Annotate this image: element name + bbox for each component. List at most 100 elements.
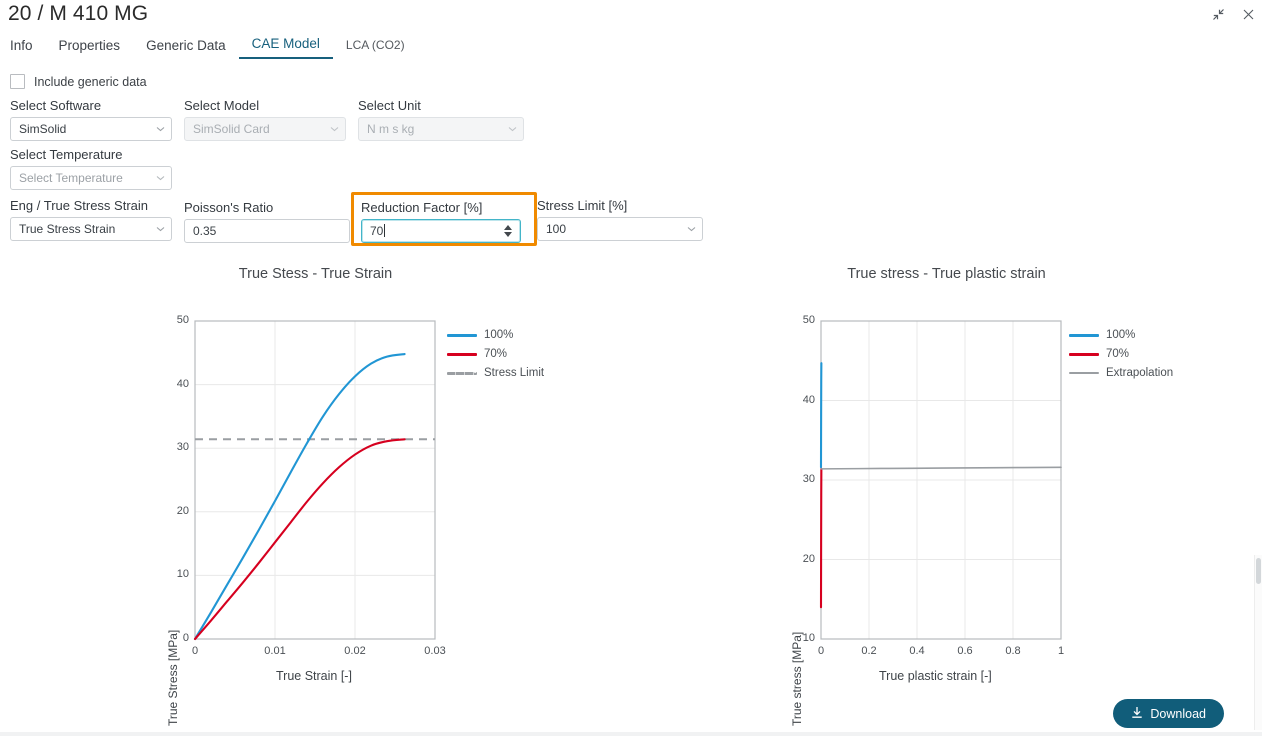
legend-label-stress-limit: Stress Limit (484, 367, 545, 379)
y-tick-label: 30 (802, 473, 815, 485)
field-reduction-factor: Reduction Factor [%] 70 (361, 200, 521, 243)
chevron-down-icon (508, 125, 517, 134)
chart-true-stress-true-strain: True Stess - True Strain True Stress [MP… (0, 266, 631, 726)
chart1-legend: 100% 70% Stress Limit (447, 329, 544, 379)
x-tick-label: 0.02 (344, 645, 366, 657)
field-select-unit: Select Unit N m s kg (358, 98, 524, 141)
include-generic-data-checkbox[interactable] (10, 74, 25, 89)
stress-limit-dropdown[interactable]: 100 (537, 217, 703, 241)
legend-item: Extrapolation (1069, 367, 1173, 379)
select-model-dropdown[interactable]: SimSolid Card (184, 117, 346, 141)
legend-item: 70% (1069, 348, 1173, 360)
y-tick-label: 40 (802, 393, 815, 406)
select-software-label: Select Software (10, 98, 102, 113)
stepper-down-icon[interactable] (504, 232, 512, 237)
chevron-down-icon (687, 225, 696, 234)
reduction-factor-value: 70 (370, 224, 384, 238)
chevron-down-icon (156, 225, 165, 234)
x-tick-label: 0 (817, 645, 825, 657)
cae-model-panel: 20 / M 410 MG Info Properties Generic Da… (0, 0, 1262, 736)
legend-swatch-stress-limit (447, 371, 477, 375)
select-software-value: SimSolid (19, 122, 67, 136)
tab-cae-model[interactable]: CAE Model (238, 36, 333, 59)
poissons-ratio-label: Poisson's Ratio (184, 200, 274, 215)
x-tick-label: 0 (191, 645, 199, 657)
stress-limit-label: Stress Limit [%] (537, 198, 628, 213)
select-unit-value: N m s kg (367, 122, 415, 136)
chart-true-stress-true-plastic-strain: True stress - True plastic strain True s… (631, 266, 1262, 726)
stress-limit-value: 100 (546, 222, 567, 236)
legend-label-100: 100% (1106, 329, 1136, 341)
reduction-factor-input[interactable]: 70 (361, 219, 521, 243)
stepper-up-icon[interactable] (504, 225, 512, 230)
tab-info[interactable]: Info (6, 38, 46, 59)
y-tick-label: 10 (802, 632, 815, 644)
select-unit-dropdown[interactable]: N m s kg (358, 117, 524, 141)
download-label: Download (1150, 706, 1206, 721)
field-select-temperature: Select Temperature Select Temperature (10, 147, 172, 190)
y-tick-label: 50 (176, 314, 189, 326)
legend-label-70: 70% (1106, 348, 1130, 360)
field-select-software: Select Software SimSolid (10, 98, 172, 141)
tab-lca-co2[interactable]: LCA (CO2) (333, 38, 418, 59)
download-icon (1131, 706, 1143, 722)
legend-item: 100% (1069, 329, 1173, 341)
x-tick-label: 0.01 (264, 645, 286, 657)
y-tick-label: 40 (176, 377, 189, 390)
select-software-dropdown[interactable]: SimSolid (10, 117, 172, 141)
x-tick-label: 0.03 (424, 645, 446, 657)
stress-strain-type-label: Eng / True Stress Strain (10, 198, 149, 213)
text-caret (384, 224, 386, 237)
select-temperature-label: Select Temperature (10, 147, 123, 162)
chevron-down-icon (156, 174, 165, 183)
x-tick-label: 0.8 (1005, 645, 1021, 657)
include-generic-data-row[interactable]: Include generic data (10, 74, 147, 89)
tab-generic-data[interactable]: Generic Data (133, 38, 239, 59)
legend-swatch-70 (447, 352, 477, 356)
legend-label-extrapolation: Extrapolation (1106, 367, 1174, 379)
legend-item: 100% (447, 329, 544, 341)
legend-swatch-100 (447, 333, 477, 337)
download-button[interactable]: Download (1113, 699, 1224, 728)
y-tick-label: 20 (176, 504, 189, 517)
select-model-label: Select Model (184, 98, 260, 113)
legend-item: Stress Limit (447, 367, 544, 379)
stress-strain-type-value: True Stress Strain (19, 222, 116, 236)
tab-properties[interactable]: Properties (46, 38, 134, 59)
field-select-model: Select Model SimSolid Card (184, 98, 346, 141)
y-tick-label: 30 (176, 441, 189, 454)
field-poissons-ratio: Poisson's Ratio 0.35 (184, 200, 350, 243)
select-model-value: SimSolid Card (193, 122, 270, 136)
x-tick-label: 0.6 (957, 645, 973, 657)
legend-label-100: 100% (484, 329, 514, 341)
x-tick-label: 1 (1057, 645, 1065, 657)
reduction-factor-label: Reduction Factor [%] (361, 200, 483, 215)
field-stress-strain-type: Eng / True Stress Strain True Stress Str… (10, 198, 172, 241)
include-generic-data-label: Include generic data (34, 74, 147, 89)
select-unit-label: Select Unit (358, 98, 421, 113)
tab-bar: Info Properties Generic Data CAE Model L… (6, 36, 418, 59)
y-tick-label: 10 (176, 568, 189, 581)
legend-label-70: 70% (484, 348, 508, 360)
chevron-down-icon (156, 125, 165, 134)
stress-strain-type-dropdown[interactable]: True Stress Strain (10, 217, 172, 241)
x-tick-label: 0.2 (861, 645, 877, 657)
collapse-icon[interactable] (1210, 6, 1226, 22)
close-icon[interactable] (1240, 6, 1256, 22)
poissons-ratio-input[interactable]: 0.35 (184, 219, 350, 243)
scrollbar-thumb[interactable] (1256, 558, 1261, 584)
y-tick-label: 20 (802, 552, 815, 565)
reduction-factor-stepper[interactable] (502, 223, 514, 239)
bottom-strip (0, 732, 1262, 736)
y-tick-label: 50 (802, 314, 815, 326)
field-stress-limit: Stress Limit [%] 100 (537, 198, 703, 241)
legend-swatch-70 (1069, 352, 1099, 356)
x-tick-label: 0.4 (909, 645, 925, 657)
select-temperature-dropdown[interactable]: Select Temperature (10, 166, 172, 190)
legend-item: 70% (447, 348, 544, 360)
select-temperature-value: Select Temperature (19, 171, 123, 185)
chevron-down-icon (330, 125, 339, 134)
page-title: 20 / M 410 MG (8, 2, 149, 25)
y-tick-label: 0 (182, 632, 189, 644)
legend-swatch-100 (1069, 333, 1099, 337)
